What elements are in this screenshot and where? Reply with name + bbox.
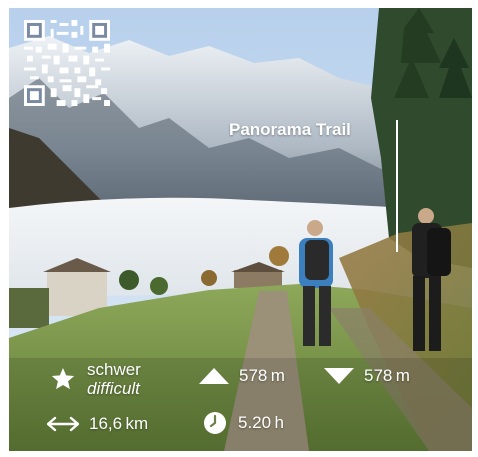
distance-stat: 16,6 km [47,414,148,434]
ascent-value: 578 m [239,366,285,385]
qr-code-icon [24,20,110,106]
ascent-stat: 578 m [199,366,285,386]
double-arrow-icon [47,414,79,434]
title-marker-line [396,120,398,252]
triangle-down-icon [324,366,354,386]
trail-title: Panorama Trail [229,120,351,139]
duration-value: 5.20 h [238,413,284,432]
triangle-up-icon [199,366,229,386]
difficulty-stat: schwer difficult [49,360,141,398]
trail-card: Panorama Trail schwer difficult 578 m 57… [9,8,472,451]
star-icon [49,365,77,393]
difficulty-label-en: difficult [87,379,140,398]
distance-value: 16,6 km [89,414,149,433]
duration-stat: 5.20 h [202,410,284,436]
descent-value: 578 m [364,366,410,385]
difficulty-label-de: schwer [87,360,141,379]
descent-stat: 578 m [324,366,410,386]
clock-icon [202,410,228,436]
